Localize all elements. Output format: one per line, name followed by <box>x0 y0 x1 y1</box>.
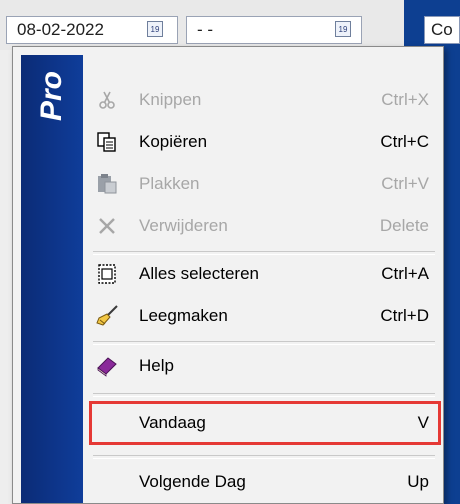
calendar-icon[interactable]: 19 <box>335 21 351 37</box>
menu-item-shortcut: Ctrl+A <box>381 264 429 283</box>
menu-item-leegmaken[interactable]: Leegmaken Ctrl+D <box>93 295 437 337</box>
menu-item-shortcut: Ctrl+X <box>381 90 429 109</box>
right-toolbar-button[interactable]: Co <box>424 16 460 44</box>
menu-item-shortcut: Up <box>407 472 429 491</box>
menu-item-knippen[interactable]: Knippen Ctrl+X <box>93 79 437 121</box>
menu-item-label: Plakken <box>139 174 200 193</box>
menu-item-shortcut: Delete <box>379 216 429 235</box>
date-from-field[interactable]: 08-02-2022 19 <box>6 16 178 44</box>
menu-separator <box>93 393 435 397</box>
menu-item-plakken[interactable]: Plakken Ctrl+V <box>93 163 437 205</box>
date-to-field[interactable]: - - 19 <box>186 16 362 44</box>
context-menu: Pro Knippen Ctrl+X Kopiëren Ctrl+C Plakk… <box>12 46 444 504</box>
menu-item-shortcut: Ctrl+V <box>381 174 429 193</box>
menu-item-label: Knippen <box>139 90 202 109</box>
delete-icon <box>95 214 119 238</box>
help-book-icon <box>95 354 119 378</box>
menu-side-banner: Pro <box>21 55 83 503</box>
scissors-icon <box>95 88 119 112</box>
menu-item-shortcut: Ctrl+C <box>380 132 429 151</box>
calendar-icon[interactable]: 19 <box>147 21 163 37</box>
date-to-value: - - <box>197 20 214 39</box>
menu-item-label: Help <box>139 356 174 375</box>
menu-item-kopieren[interactable]: Kopiëren Ctrl+C <box>93 121 437 163</box>
left-strip <box>0 50 12 504</box>
menu-separator <box>93 455 435 459</box>
menu-item-verwijderen[interactable]: Verwijderen Delete <box>93 205 437 247</box>
broom-icon <box>95 304 119 328</box>
menu-item-label: Volgende Dag <box>139 472 246 491</box>
copy-icon <box>95 130 119 154</box>
menu-brand: Pro <box>35 71 68 122</box>
menu-item-volgende-dag[interactable]: Volgende Dag Up <box>93 461 437 503</box>
menu-item-label: Alles selecteren <box>139 264 260 283</box>
paste-icon <box>95 172 119 196</box>
menu-item-label: Verwijderen <box>139 216 228 235</box>
menu-item-help[interactable]: Help <box>93 345 437 387</box>
menu-item-alles-selecteren[interactable]: Alles selecteren Ctrl+A <box>93 253 437 295</box>
menu-item-label: Kopiëren <box>139 132 208 151</box>
menu-item-shortcut: Ctrl+D <box>380 306 429 325</box>
right-toolbar-button-label: Co <box>431 20 453 39</box>
menu-item-label: Leegmaken <box>139 306 228 325</box>
highlight-box <box>89 401 441 445</box>
select-all-icon <box>95 262 119 286</box>
date-from-value: 08-02-2022 <box>17 20 104 39</box>
